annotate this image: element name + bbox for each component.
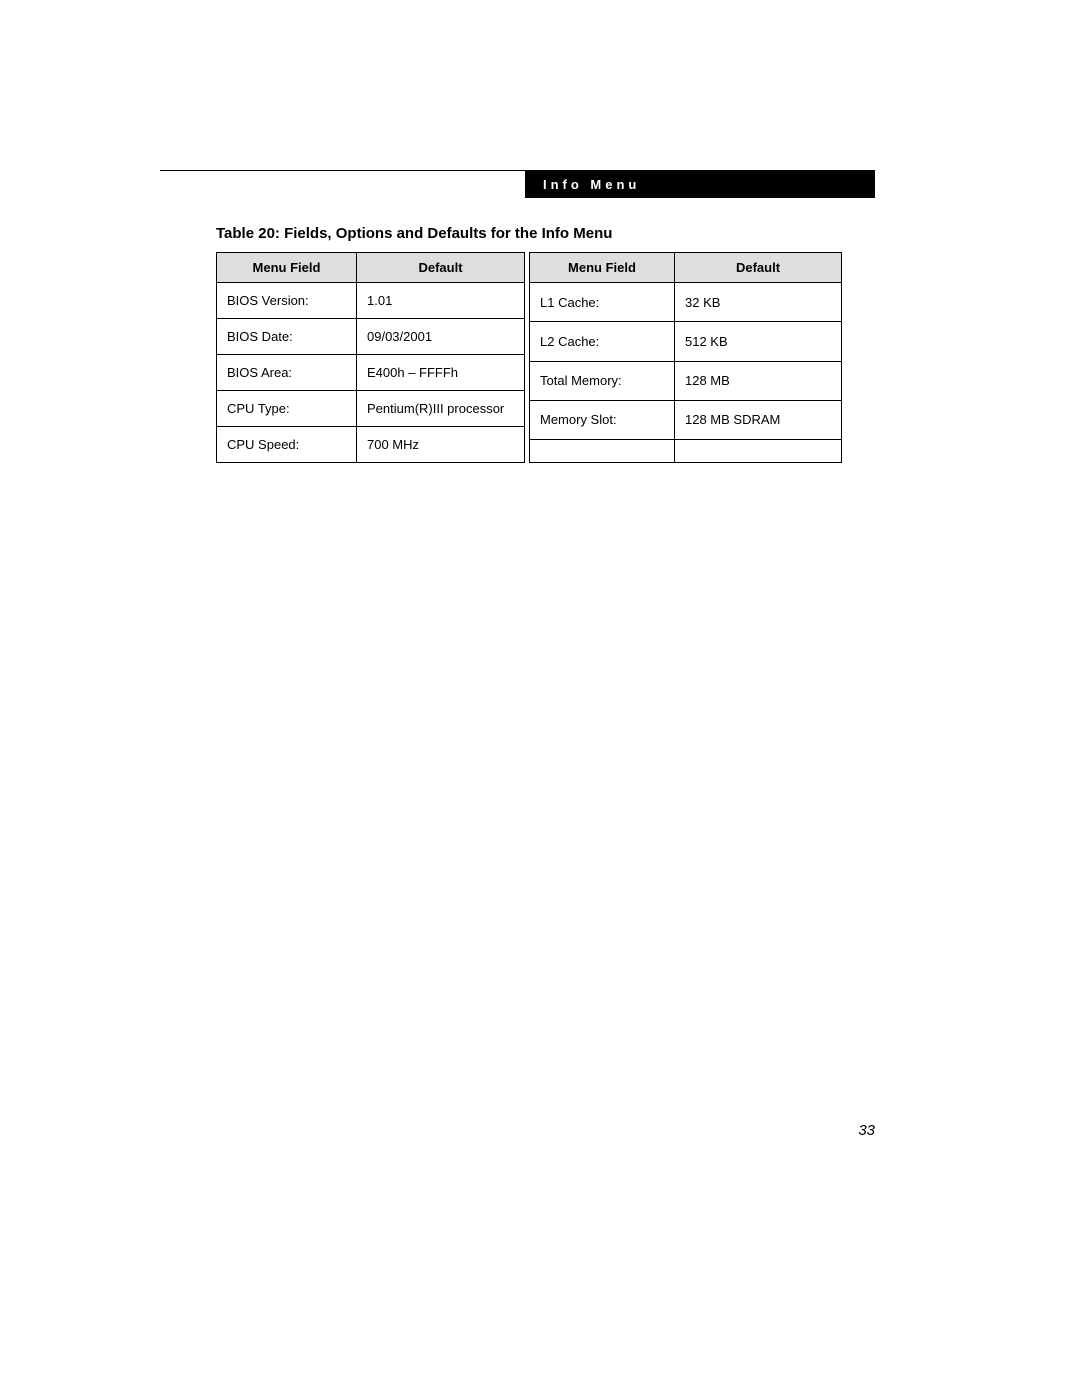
cell-default: E400h – FFFFh: [357, 355, 525, 391]
section-header-label: Info Menu: [543, 177, 640, 192]
col-header-field: Menu Field: [217, 253, 357, 283]
cell-default: 32 KB: [675, 283, 842, 322]
cell-field: Total Memory:: [530, 361, 675, 400]
cell-field: BIOS Version:: [217, 283, 357, 319]
info-table-left: Menu Field Default BIOS Version: 1.01 BI…: [216, 252, 525, 463]
table-row: BIOS Area: E400h – FFFFh: [217, 355, 525, 391]
cell-field: BIOS Date:: [217, 319, 357, 355]
table-row: Memory Slot: 128 MB SDRAM: [530, 400, 842, 439]
cell-field: [530, 440, 675, 463]
table-row: CPU Type: Pentium(R)III processor: [217, 391, 525, 427]
table-header-row: Menu Field Default: [217, 253, 525, 283]
cell-default: 128 MB: [675, 361, 842, 400]
cell-default: Pentium(R)III processor: [357, 391, 525, 427]
table-row: Total Memory: 128 MB: [530, 361, 842, 400]
col-header-default: Default: [357, 253, 525, 283]
table-row: BIOS Date: 09/03/2001: [217, 319, 525, 355]
cell-default: 09/03/2001: [357, 319, 525, 355]
table-row: CPU Speed: 700 MHz: [217, 427, 525, 463]
table-row: [530, 440, 842, 463]
table-row: L2 Cache: 512 KB: [530, 322, 842, 361]
cell-default: 700 MHz: [357, 427, 525, 463]
page-number: 33: [858, 1122, 875, 1139]
table-row: L1 Cache: 32 KB: [530, 283, 842, 322]
col-header-default: Default: [675, 253, 842, 283]
info-table-right: Menu Field Default L1 Cache: 32 KB L2 Ca…: [529, 252, 842, 463]
tables-container: Menu Field Default BIOS Version: 1.01 BI…: [216, 252, 875, 463]
page-content: Info Menu Table 20: Fields, Options and …: [160, 170, 875, 463]
table-row: BIOS Version: 1.01: [217, 283, 525, 319]
cell-field: CPU Speed:: [217, 427, 357, 463]
table-header-row: Menu Field Default: [530, 253, 842, 283]
col-header-field: Menu Field: [530, 253, 675, 283]
cell-default: [675, 440, 842, 463]
table-title: Table 20: Fields, Options and Defaults f…: [216, 225, 875, 242]
cell-field: BIOS Area:: [217, 355, 357, 391]
cell-field: Memory Slot:: [530, 400, 675, 439]
cell-field: L1 Cache:: [530, 283, 675, 322]
cell-default: 1.01: [357, 283, 525, 319]
cell-field: L2 Cache:: [530, 322, 675, 361]
cell-field: CPU Type:: [217, 391, 357, 427]
cell-default: 128 MB SDRAM: [675, 400, 842, 439]
section-header-bar: Info Menu: [525, 171, 875, 198]
cell-default: 512 KB: [675, 322, 842, 361]
